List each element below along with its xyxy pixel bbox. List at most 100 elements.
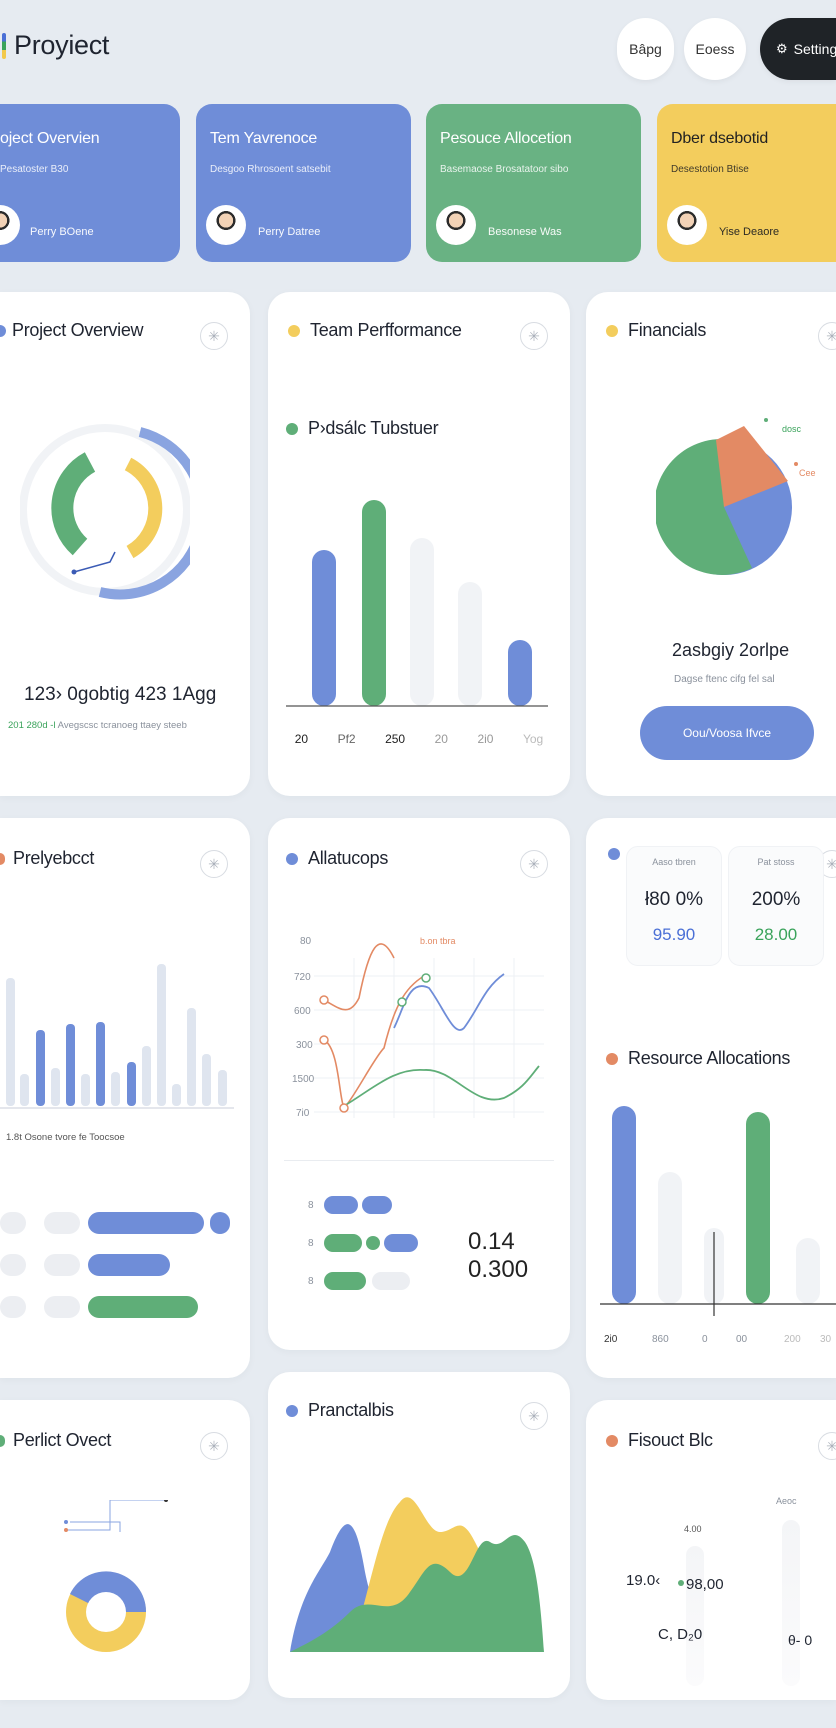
header-button-2[interactable]: Eoess [684,18,746,80]
column-label: Aeoc [776,1496,797,1506]
tile-title: Tem Yavrenoce [210,130,318,147]
progress-bar [88,1212,204,1234]
progress-pill [0,1296,26,1318]
bullet-icon [606,324,618,337]
value-label: 19.0‹ [626,1572,661,1589]
progress-pill [0,1212,26,1234]
legend-pill [324,1196,358,1214]
legend-label: dosc [782,424,802,434]
header-button-1[interactable]: Bâpg [617,18,674,80]
alloc-value-1: 0.14 [468,1228,515,1255]
settings-icon[interactable]: ✳ [200,322,228,350]
progress-pill [44,1254,80,1276]
avatar [667,205,707,245]
divider [284,1160,554,1161]
card-title: Project Overview [0,320,144,341]
bullet-icon [0,1434,5,1447]
settings-icon[interactable]: ✳ [818,322,836,350]
legend-pill [372,1272,410,1290]
row-label: 8 [308,1200,314,1211]
bar [20,1074,29,1106]
tile-project-overview[interactable]: oject Overvien Pesatoster B30 Perry BOen… [0,104,180,262]
logo-icon [2,32,6,59]
tick-label: 200 [784,1334,801,1345]
tick-label: 2i0 [604,1334,618,1345]
bar [508,640,532,706]
progress-bar [88,1254,170,1276]
header-button-2-label: Eoess [695,41,735,57]
bullet-icon [606,1052,618,1065]
bar [218,1070,227,1106]
bar [312,550,336,706]
settings-icon: ⚙ [776,41,788,56]
bullet-icon [0,852,5,865]
chart-caption: 1.8t Osone tvore fe Toocsoe [6,1132,125,1143]
chart-legend: P›dsálc Tubstuer [286,418,439,439]
tick-label: 30 [820,1334,832,1345]
y-tick: 600 [294,1006,311,1017]
card-team-performance: Team Perfformance ✳ P›dsálc Tubstuer 20 … [268,292,570,796]
settings-icon[interactable]: ✳ [520,850,548,878]
financial-action-button[interactable]: Oou/Voosa Ifvce [640,706,814,760]
kpi-big: ł80 0% [644,889,704,910]
bar [157,964,166,1106]
tick-label: 0 [702,1334,708,1345]
kpi-value: 28.00 [754,925,798,944]
bar [202,1054,211,1106]
card-allocations: Allatucops ✳ 80 720 600 300 1500 7i0 b.o… [268,818,570,1350]
bar [36,1030,45,1106]
tile-name: Yise Deaore [719,226,780,238]
legend-pill [324,1234,362,1252]
legend-pill [384,1234,418,1252]
bullet-icon [608,848,620,860]
progress-pill [44,1212,80,1234]
kpi-label: Aaso tbren [652,857,696,867]
tick-label: 20 [434,732,448,746]
overview-caption: 201 280d -l Avegscsc tcranoeg ttaey stee… [8,720,187,731]
legend-dot [286,422,298,435]
bar [127,1062,136,1106]
line-chart [314,943,544,1118]
financial-stat: 2asbgiy 2orlpe [672,640,790,660]
card-title: Team Perfformance [288,320,462,341]
settings-icon[interactable]: ✳ [818,1432,836,1460]
y-tick: 300 [296,1040,313,1051]
bar [187,1008,196,1106]
legend-pill [324,1272,366,1290]
kpi-value: 95.90 [652,925,696,944]
settings-icon[interactable]: ✳ [520,322,548,350]
row-label: 8 [308,1238,314,1249]
settings-button[interactable]: ⚙ Setting [760,18,836,80]
card-perfict: Perlict Ovect ✳ [0,1400,250,1700]
alloc-value-2: 0.300 [468,1256,529,1283]
card-fisouct: Fisouct Blc ✳ Aeoc 4.00 19.0‹ 98,00 C, D… [586,1400,836,1700]
x-ticks: 20 Pf2 250 20 2i0 Yog [268,732,570,746]
y-tick: 80 [300,936,312,947]
value-dot [678,1580,684,1586]
y-tick: 7i0 [296,1108,310,1119]
tile-resource-allocation[interactable]: Pesouce Allocetion Basemaose Brosatatoor… [426,104,641,262]
avatar [0,205,20,245]
tick-label: Yog [522,732,544,746]
value-label: 98,00 [686,1576,724,1593]
settings-icon[interactable]: ✳ [200,850,228,878]
legend-dot [366,1236,380,1250]
tile-budget[interactable]: Dber dsebotid Desestotion Btise Yise Dea… [657,104,836,262]
progress-pill [44,1296,80,1318]
tile-subtitle: Basemaose Brosatatoor sibo [440,164,569,175]
bar [51,1068,60,1106]
tile-subtitle: Desgoo Rhrosoent satsebit [210,164,331,175]
bar [658,1172,682,1304]
overview-stat: 123› 0gobtig 423 1Agg [24,684,217,705]
card-pranctalbis: Pranctalbis ✳ [268,1372,570,1698]
column-bar [782,1520,800,1686]
tick-label: 860 [652,1334,669,1345]
card-title: Allatucops [286,848,388,869]
bar [796,1238,820,1304]
tile-team-performance[interactable]: Tem Yavrenoce Desgoo Rhrosoent satsebit … [196,104,411,262]
bullet-icon [288,324,300,337]
bar [111,1072,120,1106]
settings-icon[interactable]: ✳ [520,1402,548,1430]
settings-icon[interactable]: ✳ [200,1432,228,1460]
tick-label: 20 [294,732,309,746]
